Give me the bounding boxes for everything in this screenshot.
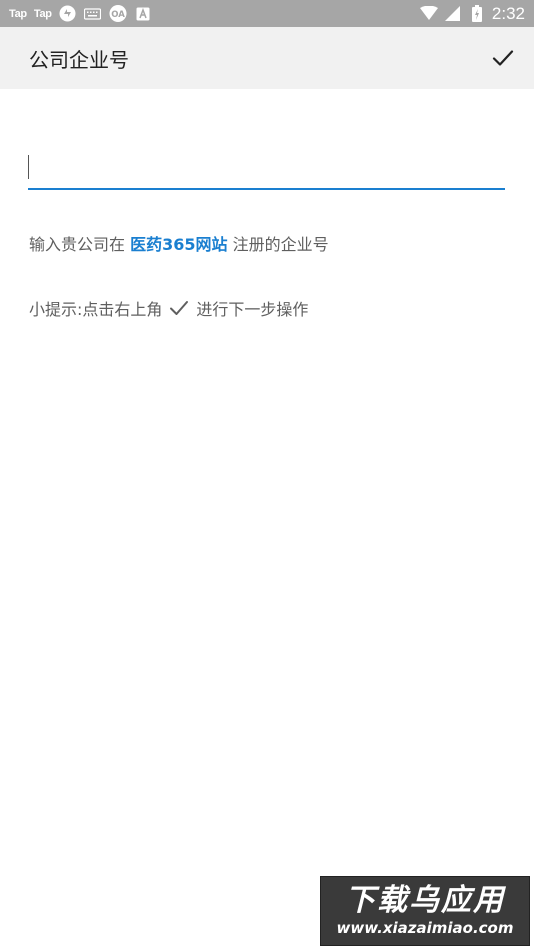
tip-check-icon — [169, 300, 189, 316]
status-bar: Tap Tap OA 2:32 — [0, 0, 534, 27]
company-id-input[interactable] — [28, 150, 505, 190]
tip-text: 小提示:点击右上角 进行下一步操作 — [29, 296, 308, 320]
watermark-title: 下载乌应用 — [345, 883, 505, 918]
hint-prefix: 输入贵公司在 — [29, 235, 131, 254]
keyboard-icon — [84, 5, 102, 23]
status-bar-right: 2:32 — [419, 3, 525, 24]
wifi-icon — [419, 5, 438, 23]
taptap-notification-2: Tap — [33, 7, 52, 20]
hint-suffix: 注册的企业号 — [227, 235, 329, 254]
page-title: 公司企业号 — [29, 47, 129, 72]
confirm-button[interactable] — [484, 39, 522, 77]
register-hint: 输入贵公司在 医药365网站 注册的企业号 — [29, 231, 329, 255]
status-time: 2:32 — [491, 3, 525, 23]
text-caret — [28, 155, 29, 179]
svg-text:OA: OA — [111, 10, 125, 20]
taptap-notification-1: Tap — [9, 7, 27, 20]
signal-icon — [444, 5, 462, 23]
sync-icon — [59, 5, 77, 23]
battery-icon — [468, 5, 486, 23]
tip-suffix: 进行下一步操作 — [196, 300, 309, 319]
watermark-url: www.xiazaimiao.com — [336, 919, 514, 937]
watermark-logo: 下载乌应用 www.xiazaimiao.com — [320, 876, 530, 946]
status-bar-left: Tap Tap OA — [9, 4, 152, 23]
tip-prefix: 小提示:点击右上角 — [29, 300, 163, 319]
a-icon — [134, 5, 152, 23]
app-bar: 公司企业号 — [0, 27, 534, 89]
company-id-field — [28, 150, 505, 192]
check-icon — [492, 50, 514, 66]
hint-site-link: 医药365网站 — [130, 235, 228, 254]
cloud-icon: OA — [109, 4, 127, 23]
